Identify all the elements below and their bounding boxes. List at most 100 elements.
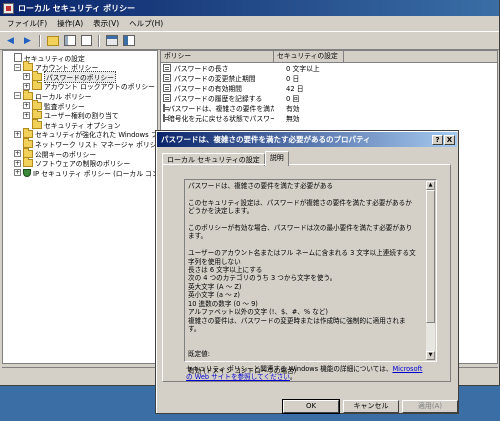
tree-item-label: 監査ポリシー	[44, 102, 85, 111]
policy-setting: 0 日	[286, 75, 300, 83]
dialog-title-bar: パスワードは、複雑さの要件を満たす必要があるのプロパティ ? X	[157, 132, 457, 147]
policy-name: パスワードの変更禁止期間	[174, 75, 256, 83]
forward-icon[interactable]: ▶	[20, 34, 35, 47]
related-text: セキュリティ ポリシーと関連する Windows 機能の詳細については、	[186, 365, 393, 373]
tree-item-label: ユーザー権利の割り当て	[44, 112, 119, 121]
help-button[interactable]: ?	[432, 134, 443, 145]
expand-icon[interactable]: +	[23, 111, 30, 119]
expand-icon[interactable]: +	[23, 102, 30, 109]
list-rows: パスワードの長さ 0 文字以上パスワードの変更禁止期間 0 日パスワードの有効期間 4…	[161, 63, 497, 123]
toolbar-separator	[98, 34, 100, 47]
policy-icon	[163, 64, 171, 72]
window-title: ローカル セキュリティ ポリシー	[18, 3, 136, 13]
tree-item[interactable]: セキュリティの設定	[5, 53, 85, 63]
tree-item-label: アカウント ロックアウトのポリシー	[44, 83, 155, 92]
expand-icon[interactable]: +	[14, 130, 21, 138]
tree-item-label: セキュリティの設定	[24, 54, 85, 63]
tree-item-label: 公開キーのポリシー	[35, 150, 97, 159]
tree-item-label: ネットワーク リスト マネージャ ポリシー	[35, 140, 158, 149]
expand-icon[interactable]: +	[14, 169, 21, 177]
policy-setting: 0 回	[286, 95, 300, 103]
expand-icon[interactable]: +	[14, 150, 21, 157]
dialog-title: パスワードは、複雑さの要件を満たす必要があるのプロパティ	[161, 135, 371, 144]
policy-setting: 42 日	[286, 85, 304, 93]
policy-name-cell: パスワードは、複雑さの要件を満た...	[161, 103, 274, 113]
show-tree-icon[interactable]	[62, 34, 77, 47]
collapse-icon[interactable]: −	[14, 92, 21, 100]
security-policy-app-icon	[3, 2, 14, 14]
tree-item[interactable]: + ソフトウェアの制限のポリシー	[14, 157, 131, 169]
close-button[interactable]: X	[444, 134, 455, 145]
folder-icon	[32, 80, 42, 91]
tree-pane[interactable]: セキュリティの設定 − アカウント ポリシー + パスワードのポリシー + アカウント ロッ…	[2, 50, 158, 364]
tree-item-label: ソフトウェアの制限のポリシー	[35, 160, 131, 169]
policy-icon	[163, 104, 169, 112]
policy-name-cell: パスワードの履歴を記録する	[161, 93, 274, 103]
policy-row[interactable]: パスワードの長さ 0 文字以上	[161, 63, 497, 73]
policy-row[interactable]: パスワードの変更禁止期間 0 日	[161, 73, 497, 83]
explanation-text: パスワードは、複雑さの要件を満たす必要がある このセキュリティ設定は、パスワード…	[188, 182, 416, 375]
policy-row[interactable]: パスワードの有効期間 42 日	[161, 83, 497, 93]
explanation-textbox[interactable]: パスワードは、複雑さの要件を満たす必要がある このセキュリティ設定は、パスワード…	[184, 179, 437, 375]
policy-icon	[163, 94, 171, 102]
policy-icon	[163, 74, 171, 82]
expand-icon[interactable]: +	[14, 159, 21, 167]
properties-icon[interactable]	[79, 34, 94, 47]
policy-name-cell: パスワードの有効期間	[161, 83, 274, 93]
scroll-thumb[interactable]	[426, 190, 435, 323]
tree-item[interactable]: + IP セキュリティ ポリシー (ローカル コンピュー	[14, 168, 158, 178]
policy-name: 暗号化を元に戻せる状態でパスワー...	[168, 115, 274, 123]
policy-name: パスワードの有効期間	[174, 85, 242, 93]
toolbar-separator	[39, 34, 41, 47]
column-header-setting[interactable]: セキュリティの設定	[274, 51, 344, 62]
policy-setting: 無効	[286, 115, 300, 123]
apply-button[interactable]: 適用(A)	[402, 400, 458, 413]
back-icon[interactable]: ◀	[3, 34, 18, 47]
security-settings-icon	[14, 53, 22, 62]
scroll-down-arrow-icon[interactable]: ▼	[426, 351, 435, 360]
title-bar: ローカル セキュリティ ポリシー	[0, 0, 499, 16]
up-folder-icon[interactable]	[45, 34, 60, 47]
expand-icon[interactable]: +	[23, 73, 30, 81]
policy-row[interactable]: パスワードの履歴を記録する 0 回	[161, 93, 497, 103]
tree-item-label: IP セキュリティ ポリシー (ローカル コンピュー	[33, 169, 158, 178]
help-icon[interactable]	[121, 34, 136, 47]
properties-dialog: パスワードは、複雑さの要件を満たす必要があるのプロパティ ? X ローカル セキ…	[155, 130, 459, 414]
expand-icon[interactable]: +	[23, 82, 30, 90]
column-header-policy[interactable]: ポリシー	[161, 51, 274, 62]
tree-item[interactable]: ネットワーク リスト マネージャ ポリシー	[14, 137, 158, 149]
scroll-up-arrow-icon[interactable]: ▲	[426, 181, 435, 190]
policy-name: パスワードの履歴を記録する	[174, 95, 263, 103]
policy-setting: 有効	[286, 105, 300, 113]
policy-name-cell: パスワードの長さ	[161, 63, 274, 73]
tree-item[interactable]: + アカウント ロックアウトのポリシー	[23, 80, 155, 92]
related-end: 。	[289, 373, 297, 381]
toolbar: ◀ ▶	[0, 32, 499, 50]
menu-bar: ファイル(F) 操作(A) 表示(V) ヘルプ(H)	[0, 16, 499, 32]
collapse-icon[interactable]: −	[14, 63, 21, 71]
export-list-icon[interactable]	[104, 34, 119, 47]
policy-name: パスワードの長さ	[174, 65, 229, 73]
policy-name: パスワードは、複雑さの要件を満た...	[168, 105, 274, 113]
folder-icon	[23, 157, 33, 168]
tree-item[interactable]: + セキュリティが強化された Windows ファイア	[14, 128, 157, 139]
menu-help[interactable]: ヘルプ(H)	[124, 18, 168, 29]
policy-row[interactable]: 暗号化を元に戻せる状態でパスワー... 無効	[161, 113, 497, 123]
tab-explain[interactable]: 説明	[264, 151, 289, 166]
ok-button[interactable]: OK	[282, 399, 340, 414]
tree-item[interactable]: − ローカル ポリシー	[14, 89, 92, 101]
policy-icon	[163, 84, 171, 92]
tree-item-label: ローカル ポリシー	[35, 92, 92, 101]
menu-view[interactable]: 表示(V)	[88, 18, 124, 29]
related-info: セキュリティ ポリシーと関連する Windows 機能の詳細については、Micr…	[186, 365, 426, 381]
cancel-button[interactable]: キャンセル	[343, 400, 399, 413]
vertical-scrollbar[interactable]: ▲ ▼	[426, 181, 435, 360]
tab-strip: ローカル セキュリティの設定 説明	[162, 151, 289, 166]
ip-security-icon	[23, 168, 31, 177]
menu-action[interactable]: 操作(A)	[52, 18, 88, 29]
menu-file[interactable]: ファイル(F)	[2, 18, 52, 29]
policy-name-cell: パスワードの変更禁止期間	[161, 73, 274, 83]
tree-item[interactable]: セキュリティ オプション	[23, 118, 121, 130]
list-header: ポリシー セキュリティの設定	[161, 51, 497, 63]
policy-row[interactable]: パスワードは、複雑さの要件を満た... 有効	[161, 103, 497, 113]
